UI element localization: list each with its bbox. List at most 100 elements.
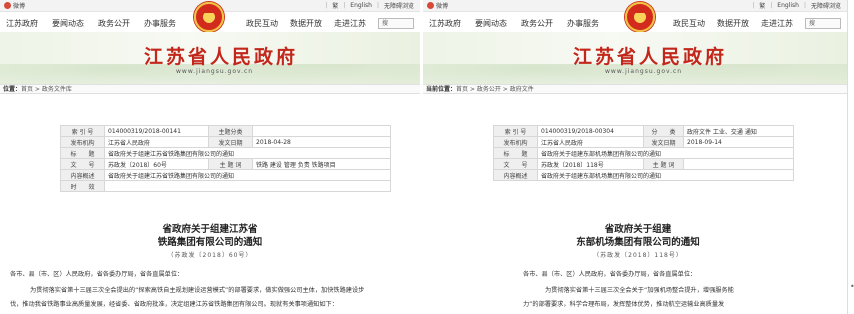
- meta-value: 政府文件 工业、交通 通知: [683, 125, 794, 137]
- document-number: （苏政发〔2018〕118号）: [593, 252, 683, 259]
- meta-key: 主题分类: [208, 125, 253, 137]
- nav-item-services[interactable]: 办事服务: [144, 18, 176, 29]
- meta-row: 标 题省政府关于组建江苏省铁路集团有限公司的通知: [60, 147, 391, 159]
- meta-value: 2018-04-28: [252, 136, 391, 148]
- scrollbar-edge[interactable]: •: [847, 0, 854, 314]
- document-title-line2: 铁路集团有限公司的通知: [157, 237, 263, 248]
- accessibility-link[interactable]: 无障碍浏览: [811, 1, 841, 10]
- meta-value: 014000319/2018-00304: [537, 125, 644, 137]
- site-banner: 江苏省人民政府 www.jiangsu.gov.cn: [423, 32, 847, 84]
- meta-key: 索 引 号: [60, 125, 105, 137]
- nav-item-about[interactable]: 走进江苏: [334, 18, 366, 29]
- meta-key: 内容概述: [60, 169, 105, 181]
- site-url: www.jiangsu.gov.cn: [176, 68, 254, 75]
- site-title: 江苏省人民政府: [144, 46, 299, 68]
- meta-key: 内容概述: [493, 169, 538, 181]
- site-banner: 江苏省人民政府 www.jiangsu.gov.cn: [0, 32, 420, 84]
- meta-key: 分 类: [643, 125, 684, 137]
- paragraph-line1: 为贯彻落实省第十三届三次全会提出的“探索高铁自主规划建设运营模式”的部署要求，做…: [30, 287, 365, 294]
- document-number: （苏政发〔2018〕60号）: [167, 252, 253, 259]
- document-title-line1: 省政府关于组建: [604, 224, 672, 235]
- paragraph-line1: 为贯彻落实省第十三届三次全会关于“加强机场整合提升，增强服务能: [545, 287, 734, 294]
- breadcrumb-path[interactable]: 首页 > 政务文件库: [21, 86, 72, 93]
- nav-item-jiangsu-gov[interactable]: 江苏政府: [429, 18, 461, 29]
- meta-value: 苏政发〔2018〕118号: [537, 158, 644, 170]
- meta-key: 发布机构: [60, 136, 105, 148]
- meta-value: 省政府关于组建江苏省铁路集团有限公司的通知: [104, 169, 391, 181]
- english-link[interactable]: English: [350, 2, 372, 9]
- meta-row: 标 题省政府关于组建东部机场集团有限公司的通知: [493, 147, 794, 159]
- site-title: 江苏省人民政府: [573, 46, 728, 68]
- meta-value: 江苏省人民政府: [104, 136, 209, 148]
- paragraph-line2: 力”的部署要求，科学合理布局，发挥整体优势，推动航空运输业高质量发: [523, 301, 725, 308]
- meta-key: 发文日期: [643, 136, 684, 148]
- meta-value: 铁路 建设 管理 负责 铁路项目: [252, 158, 391, 170]
- meta-value: 省政府关于组建东部机场集团有限公司的通知: [537, 147, 794, 159]
- national-emblem-icon: [625, 2, 655, 32]
- meta-row: 文 号苏政发〔2018〕60号主 题 词铁路 建设 管理 负责 铁路项目: [60, 158, 391, 170]
- meta-row: 内容概述 省政府关于组建东部机场集团有限公司的通知: [493, 169, 794, 181]
- meta-row: 索 引 号 014000319/2018-00304 分 类政府文件 工业、交通 通…: [493, 125, 794, 137]
- nav-item-news[interactable]: 要闻动态: [52, 18, 84, 29]
- weibo-link[interactable]: 微博: [427, 1, 448, 10]
- nav-item-interaction[interactable]: 政民互动: [673, 18, 705, 29]
- nav-item-interaction[interactable]: 政民互动: [246, 18, 278, 29]
- meta-value: 省政府关于组建江苏省铁路集团有限公司的通知: [104, 147, 391, 159]
- traditional-chinese-link[interactable]: 繁: [332, 1, 338, 10]
- nav-item-open-data[interactable]: 数据开放: [717, 18, 749, 29]
- meta-value: 014000319/2018-00141: [104, 125, 209, 137]
- meta-key: 文 号: [60, 158, 105, 170]
- right-page: 微博 | 繁 | English | 无障碍浏览 江苏政府 要闻动态 政务公开 …: [423, 0, 847, 314]
- nav-item-open-gov[interactable]: 政务公开: [98, 18, 130, 29]
- meta-row: 内容概述 省政府关于组建江苏省铁路集团有限公司的通知: [60, 169, 391, 181]
- breadcrumb-path[interactable]: 首页 > 政务公开 > 政府文件: [456, 86, 534, 93]
- meta-key: 标 题: [493, 147, 538, 159]
- meta-value: 2018-09-14: [683, 136, 794, 148]
- meta-row: 时 效: [60, 180, 391, 192]
- weibo-link[interactable]: 微博: [4, 1, 25, 10]
- accessibility-link[interactable]: 无障碍浏览: [384, 1, 414, 10]
- breadcrumb: 当前位置：首页 > 政务公开 > 政府文件: [423, 84, 847, 94]
- meta-key: 文 号: [493, 158, 538, 170]
- meta-value: [252, 125, 391, 137]
- site-url: www.jiangsu.gov.cn: [605, 68, 683, 75]
- search-input[interactable]: 搜: [378, 18, 414, 29]
- meta-key: 索 引 号: [493, 125, 538, 137]
- document-meta-table: 索 引 号 014000319/2018-00141 主题分类 发布机构 江苏省人民政府…: [60, 125, 391, 192]
- traditional-chinese-link[interactable]: 繁: [759, 1, 765, 10]
- meta-row: 发布机构 江苏省人民政府 发文日期 2018-04-28: [60, 136, 391, 148]
- salutation: 各市、县（市、区）人民政府，省各委办厅局，省各直属单位：: [523, 271, 697, 278]
- meta-key: 标 题: [60, 147, 105, 159]
- salutation: 各市、县（市、区）人民政府，省各委办厅局，省各直属单位：: [10, 271, 184, 278]
- nav-item-about[interactable]: 走进江苏: [761, 18, 793, 29]
- left-page: 微博 | 繁 | English | 无障碍浏览 江苏政府 要闻动态 政务公开 …: [0, 0, 420, 314]
- nav-item-open-gov[interactable]: 政务公开: [521, 18, 553, 29]
- meta-value: [683, 158, 794, 170]
- breadcrumb: 位置：首页 > 政务文件库: [0, 84, 420, 94]
- meta-row: 文 号苏政发〔2018〕118号主 题 词: [493, 158, 794, 170]
- nav-item-services[interactable]: 办事服务: [567, 18, 599, 29]
- meta-value: 江苏省人民政府: [537, 136, 644, 148]
- nav-item-open-data[interactable]: 数据开放: [290, 18, 322, 29]
- meta-value: 省政府关于组建东部机场集团有限公司的通知: [537, 169, 794, 181]
- document-meta-table: 索 引 号 014000319/2018-00304 分 类政府文件 工业、交通 通…: [493, 125, 794, 181]
- screenshot: 微博 | 繁 | English | 无障碍浏览 江苏政府 要闻动态 政务公开 …: [0, 0, 854, 314]
- meta-key: 发文日期: [208, 136, 253, 148]
- english-link[interactable]: English: [777, 2, 799, 9]
- weibo-icon: [427, 2, 434, 9]
- document-title-line2: 东部机场集团有限公司的通知: [576, 237, 700, 248]
- meta-value: 苏政发〔2018〕60号: [104, 158, 209, 170]
- meta-key: 时 效: [60, 180, 105, 192]
- meta-key: 主 题 词: [643, 158, 684, 170]
- document-title-line1: 省政府关于组建江苏省: [162, 224, 258, 235]
- search-input[interactable]: 搜: [805, 18, 841, 29]
- meta-row: 发布机构 江苏省人民政府 发文日期 2018-09-14: [493, 136, 794, 148]
- nav-item-news[interactable]: 要闻动态: [475, 18, 507, 29]
- paragraph-line2: 伐，推动我省铁路事业高质量发展，经省委、省政府批准，决定组建江苏省铁路集团有限公…: [10, 301, 338, 308]
- nav-item-jiangsu-gov[interactable]: 江苏政府: [6, 18, 38, 29]
- weibo-icon: [4, 2, 11, 9]
- national-emblem-icon: [194, 2, 224, 32]
- meta-key: 主 题 词: [208, 158, 253, 170]
- meta-value: [104, 180, 391, 192]
- meta-row: 索 引 号 014000319/2018-00141 主题分类: [60, 125, 391, 137]
